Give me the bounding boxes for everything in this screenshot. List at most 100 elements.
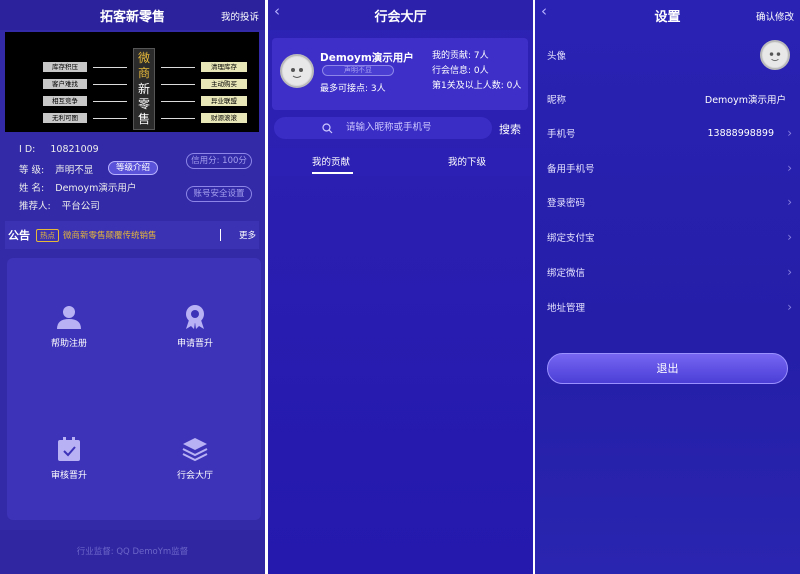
chevron-right-icon: ›	[787, 126, 792, 140]
contribution-row: 我的贡献: 7人	[432, 49, 521, 64]
nickname-row[interactable]: 昵称 Demoym演示用户	[535, 82, 800, 116]
avatar-row-label: 头像	[547, 51, 567, 62]
phone-row[interactable]: 手机号 13888998899 ›	[535, 116, 800, 150]
level-row: 等 级: 声明不显	[19, 162, 93, 176]
divider	[220, 229, 221, 241]
max-points-row: 最多可接点: 3人	[320, 81, 386, 94]
arrow-line	[161, 84, 195, 85]
avatar-row[interactable]: 头像	[535, 38, 800, 72]
login-password-label: 登录密码	[547, 198, 586, 209]
referrer-row: 推荐人: 平台公司	[19, 198, 100, 212]
name-label: 姓 名:	[19, 183, 45, 194]
guild-info-value: 0人	[473, 66, 489, 76]
help-register-button[interactable]: 帮助注册	[24, 304, 114, 349]
nickname-label: 昵称	[547, 95, 567, 106]
banner-left-1: 库存积压	[43, 62, 87, 72]
banner-left-2: 客户难找	[43, 79, 87, 89]
chevron-right-icon: ›	[787, 195, 792, 209]
review-promotion-button[interactable]: 审核晋升	[24, 436, 114, 481]
notice-bar[interactable]: 公告 热点 微商新零售颠覆传统销售 更多	[5, 221, 259, 249]
logout-button[interactable]: 退出	[547, 353, 788, 384]
search-input[interactable]: 请输入昵称或手机号	[274, 117, 492, 139]
level-count-row: 第1关及以上人数: 0人	[432, 79, 521, 94]
settings-screen: ‹ 设置 确认修改 头像 昵称 Demoym演示用户 手机号 138889988…	[535, 0, 800, 574]
guild-user-name: Demoym演示用户	[320, 52, 414, 64]
chevron-right-icon: ›	[787, 161, 792, 175]
award-icon	[186, 305, 204, 329]
tab-my-subordinates[interactable]: 我的下级	[448, 154, 486, 168]
level-count-label: 第1关及以上人数:	[432, 81, 504, 91]
banner-right-1: 清理库存	[201, 62, 247, 72]
notice-label: 公告	[8, 229, 30, 242]
level-value: 声明不显	[55, 165, 94, 176]
guild-tabs: 我的贡献 我的下级	[268, 148, 533, 176]
promo-banner[interactable]: 库存积压 客户难找 相互竞争 无利可图 微 商 新 零 售 清理库存 主动购买 …	[5, 32, 259, 132]
guild-hall-screen: ‹ 行会大厅 Demoym演示用户 声明不显 最多可接点: 3人 我的贡献: 7…	[268, 0, 533, 574]
id-value: 10821009	[50, 144, 99, 155]
referrer-label: 推荐人:	[19, 201, 51, 212]
bind-alipay-row[interactable]: 绑定支付宝 ›	[535, 220, 800, 254]
footer-supervision: 行业监督: QQ DemoYm监督	[0, 530, 265, 574]
arrow-line	[93, 84, 127, 85]
back-icon[interactable]: ‹	[541, 4, 547, 19]
max-points-value: 3人	[370, 84, 386, 94]
function-grid: 帮助注册 申请晋升 审核晋升 行会大厅	[7, 258, 261, 520]
help-register-label: 帮助注册	[50, 339, 87, 349]
user-info-card: I D: 10821009 等 级: 声明不显 等级介绍 姓 名: Demoym…	[5, 140, 259, 214]
arrow-line	[161, 101, 195, 102]
arrow-line	[93, 67, 127, 68]
guild-header: ‹ 行会大厅	[268, 0, 533, 30]
home-screen: 拓客新零售 我的投诉 库存积压 客户难找 相互竞争 无利可图 微 商 新 零 售…	[0, 0, 265, 574]
address-row[interactable]: 地址管理 ›	[535, 290, 800, 324]
guild-hall-button[interactable]: 行会大厅	[150, 436, 240, 481]
calendar-check-icon	[58, 437, 80, 461]
banner-right-3: 异业联盟	[201, 96, 247, 106]
center-char: 新	[137, 81, 150, 96]
tab-my-contribution[interactable]: 我的贡献	[312, 154, 350, 168]
name-value: Demoym演示用户	[55, 183, 137, 194]
active-tab-indicator	[312, 172, 353, 174]
guild-hall-label: 行会大厅	[176, 471, 213, 481]
layers-icon	[182, 438, 208, 462]
center-char: 微	[137, 51, 150, 65]
apply-promotion-button[interactable]: 申请晋升	[150, 304, 240, 349]
guild-stats: 我的贡献: 7人 行会信息: 0人 第1关及以上人数: 0人	[432, 49, 521, 94]
arrow-line	[161, 118, 195, 119]
level-intro-button[interactable]: 等级介绍	[108, 161, 158, 175]
credit-score-button[interactable]: 信用分: 100分	[186, 153, 252, 169]
login-password-row[interactable]: 登录密码 ›	[535, 185, 800, 219]
banner-center-title: 微 商 新 零 售	[133, 48, 155, 130]
nickname-value: Demoym演示用户	[704, 95, 786, 106]
chevron-right-icon: ›	[787, 265, 792, 279]
center-char: 零	[137, 96, 150, 111]
arrow-line	[93, 101, 127, 102]
more-link[interactable]: 更多	[239, 229, 256, 241]
user-icon	[57, 306, 81, 329]
search-button[interactable]: 搜索	[499, 121, 521, 137]
max-points-label: 最多可接点:	[320, 84, 369, 94]
level-count-value: 0人	[506, 81, 522, 91]
search-placeholder: 请输入昵称或手机号	[346, 122, 432, 133]
avatar[interactable]	[760, 40, 790, 70]
bind-wechat-label: 绑定微信	[547, 268, 586, 279]
banner-left-3: 相互竞争	[43, 96, 87, 106]
center-char: 售	[137, 112, 150, 126]
address-label: 地址管理	[547, 303, 586, 314]
home-title: 拓客新零售	[99, 9, 165, 25]
id-label: I D:	[19, 144, 36, 155]
complaint-link[interactable]: 我的投诉	[221, 9, 259, 23]
back-icon[interactable]: ‹	[274, 4, 280, 19]
bind-wechat-row[interactable]: 绑定微信 ›	[535, 255, 800, 289]
guild-user-tag: 声明不显	[322, 65, 394, 76]
avatar-face-icon	[762, 42, 788, 68]
guild-info-label: 行会信息:	[432, 66, 472, 76]
notice-text[interactable]: 微商新零售颠覆传统销售	[63, 229, 157, 241]
backup-phone-row[interactable]: 备用手机号 ›	[535, 151, 800, 185]
account-security-button[interactable]: 账号安全设置	[186, 186, 252, 202]
banner-left-4: 无利可图	[43, 113, 87, 123]
arrow-line	[93, 118, 127, 119]
bind-alipay-label: 绑定支付宝	[547, 233, 595, 244]
guild-title: 行会大厅	[374, 9, 427, 25]
backup-phone-label: 备用手机号	[547, 164, 595, 175]
confirm-edit-link[interactable]: 确认修改	[756, 9, 794, 23]
